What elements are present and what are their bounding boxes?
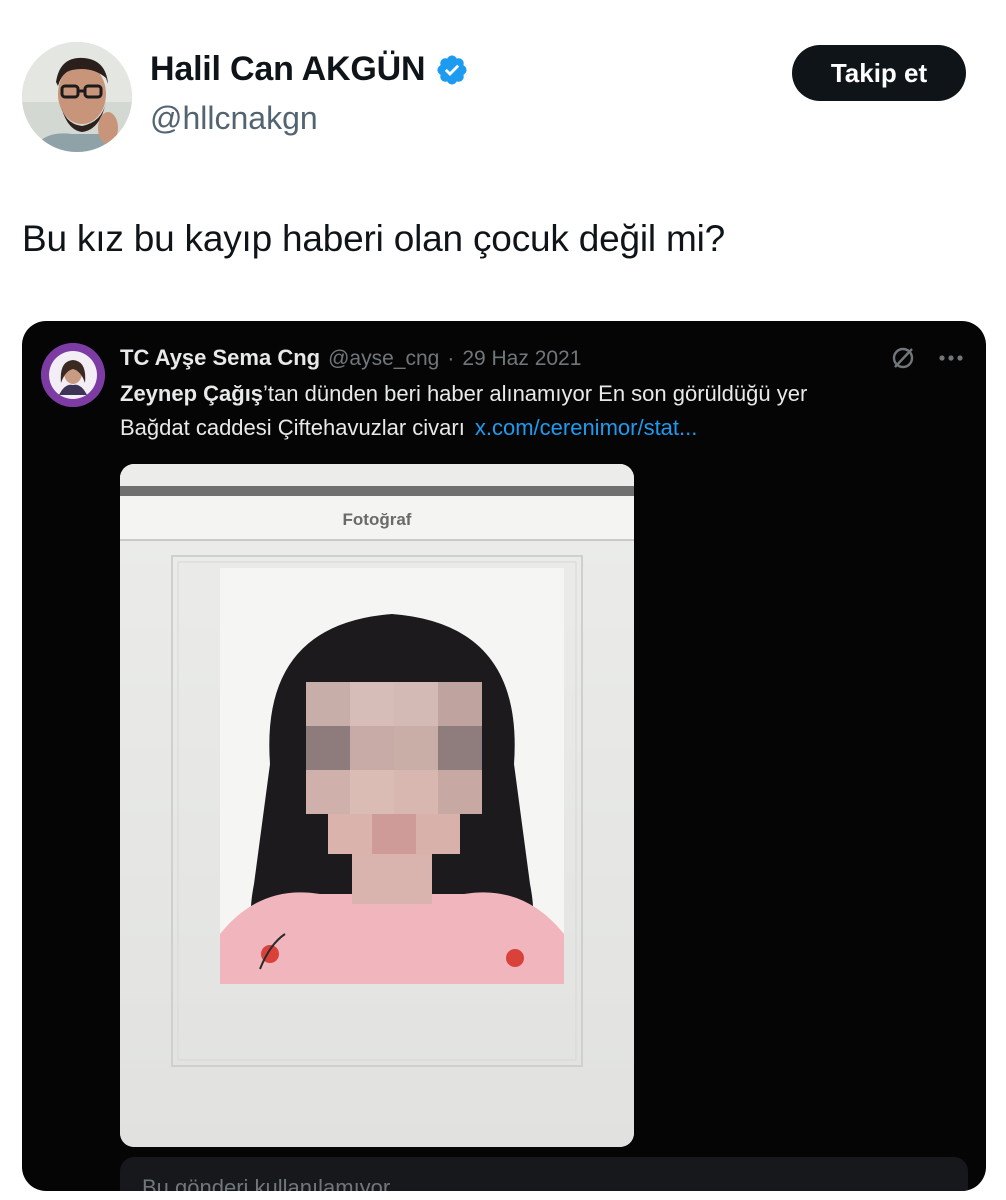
author-avatar[interactable]: [22, 42, 132, 152]
quoted-author-name[interactable]: TC Ayşe Sema Cng: [120, 345, 320, 371]
quoted-tweet-text-line1: Zeynep Çağış’tan dünden beri haber alına…: [120, 381, 807, 407]
tweet-text: Bu kız bu kayıp haberi olan çocuk değil …: [22, 218, 726, 259]
verified-badge-icon: [437, 54, 467, 85]
quoted-tweet-media[interactable]: Fotoğraf: [120, 464, 634, 1147]
quoted-tweet-header: TC Ayşe Sema Cng @ayse_cng · 29 Haz 2021: [120, 345, 581, 371]
author-display-name[interactable]: Halil Can AKGÜN: [150, 50, 426, 89]
quoted-author-handle[interactable]: @ayse_cng: [328, 347, 439, 371]
blurred-face: [306, 682, 482, 854]
quoted-tweet-card[interactable]: TC Ayşe Sema Cng @ayse_cng · 29 Haz 2021…: [22, 321, 986, 1191]
quoted-tweet-link[interactable]: x.com/cerenimor/stat...: [475, 415, 698, 440]
quoted-tweet-text-line2: Bağdat caddesi Çiftehavuzlar civarı x.com…: [120, 415, 697, 441]
separator-dot: ·: [447, 347, 455, 370]
author-handle[interactable]: @hllcnakgn: [150, 100, 318, 137]
quoted-author-avatar[interactable]: [41, 343, 105, 407]
profile-photo-icon: [41, 343, 105, 407]
form-photo-label: Fotoğraf: [343, 510, 412, 529]
quoted-tweet-location-text: Bağdat caddesi Çiftehavuzlar civarı: [120, 415, 465, 440]
quoted-tweet-actions: [890, 345, 964, 371]
follow-button[interactable]: Takip et: [792, 45, 966, 101]
more-options-icon[interactable]: [938, 354, 964, 362]
author-name-row: Halil Can AKGÜN: [150, 50, 469, 89]
form-photo-image: Fotoğraf: [120, 464, 634, 1147]
profile-photo-icon: [22, 42, 132, 152]
quoted-tweet-date[interactable]: 29 Haz 2021: [462, 347, 581, 371]
quoted-tweet-bold-name: Zeynep Çağış: [120, 381, 264, 406]
unavailable-post-text: Bu gönderi kullanılamıyor: [142, 1175, 391, 1191]
grok-icon[interactable]: [890, 345, 916, 371]
unavailable-post-notice: Bu gönderi kullanılamıyor: [120, 1157, 968, 1191]
quoted-tweet-text-rest: ’tan dünden beri haber alınamıyor En son…: [263, 381, 808, 406]
